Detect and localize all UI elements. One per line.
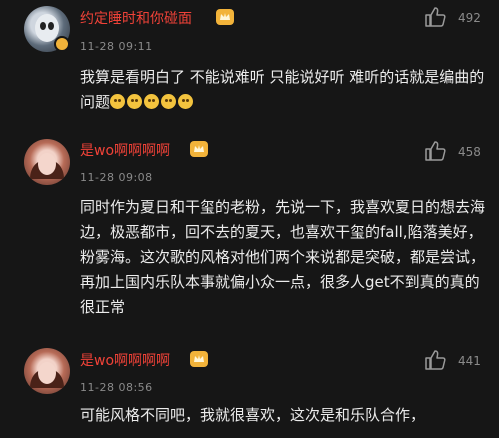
comment-time: 11-28 09:08 [80,171,153,184]
crown-icon [216,9,234,25]
avatar[interactable] [24,348,70,394]
comment-text: 可能风格不同吧，我就很喜欢，这次是和乐队合作， [80,406,426,424]
avatar[interactable] [24,139,70,185]
sad-face-emoji-icon [178,94,194,109]
username[interactable]: 是wo啊啊啊啊 [80,140,170,160]
thumbs-up-icon[interactable] [424,350,446,370]
crown-icon [190,351,208,367]
verified-badge-icon [54,36,70,52]
comment-text: 同时作为夏日和干玺的老粉，先说一下，我喜欢夏日的想去海边，极恶都市，回不去的夏天… [80,198,486,316]
comment-time: 11-28 09:11 [80,40,153,53]
username[interactable]: 约定睡时和你碰面 [80,8,192,28]
username[interactable]: 是wo啊啊啊啊 [80,350,170,370]
like-count: 492 [458,11,481,25]
thumbs-up-icon[interactable] [424,141,446,161]
emoji-group [110,93,195,111]
comment-item: 是wo啊啊啊啊 11-28 09:08 458 同时作为夏日和干玺的老粉，先说一… [0,125,499,345]
like-count: 441 [458,354,481,368]
sad-face-emoji-icon [161,94,177,109]
crown-icon [190,141,208,157]
like-count: 458 [458,145,481,159]
sad-face-emoji-icon [144,94,160,109]
comment-item: 约定睡时和你碰面 11-28 09:11 492 我算是看明白了 不能说难听 只… [0,0,499,125]
sad-face-emoji-icon [110,94,126,109]
comment-text: 我算是看明白了 不能说难听 只能说好听 难听的话就是编曲的问题 [80,65,488,115]
comment-item: 是wo啊啊啊啊 11-28 08:56 441 可能风格不同吧，我就很喜欢，这次… [0,345,499,438]
sad-face-emoji-icon [127,94,143,109]
thumbs-up-icon[interactable] [424,7,446,27]
comment-time: 11-28 08:56 [80,381,153,394]
